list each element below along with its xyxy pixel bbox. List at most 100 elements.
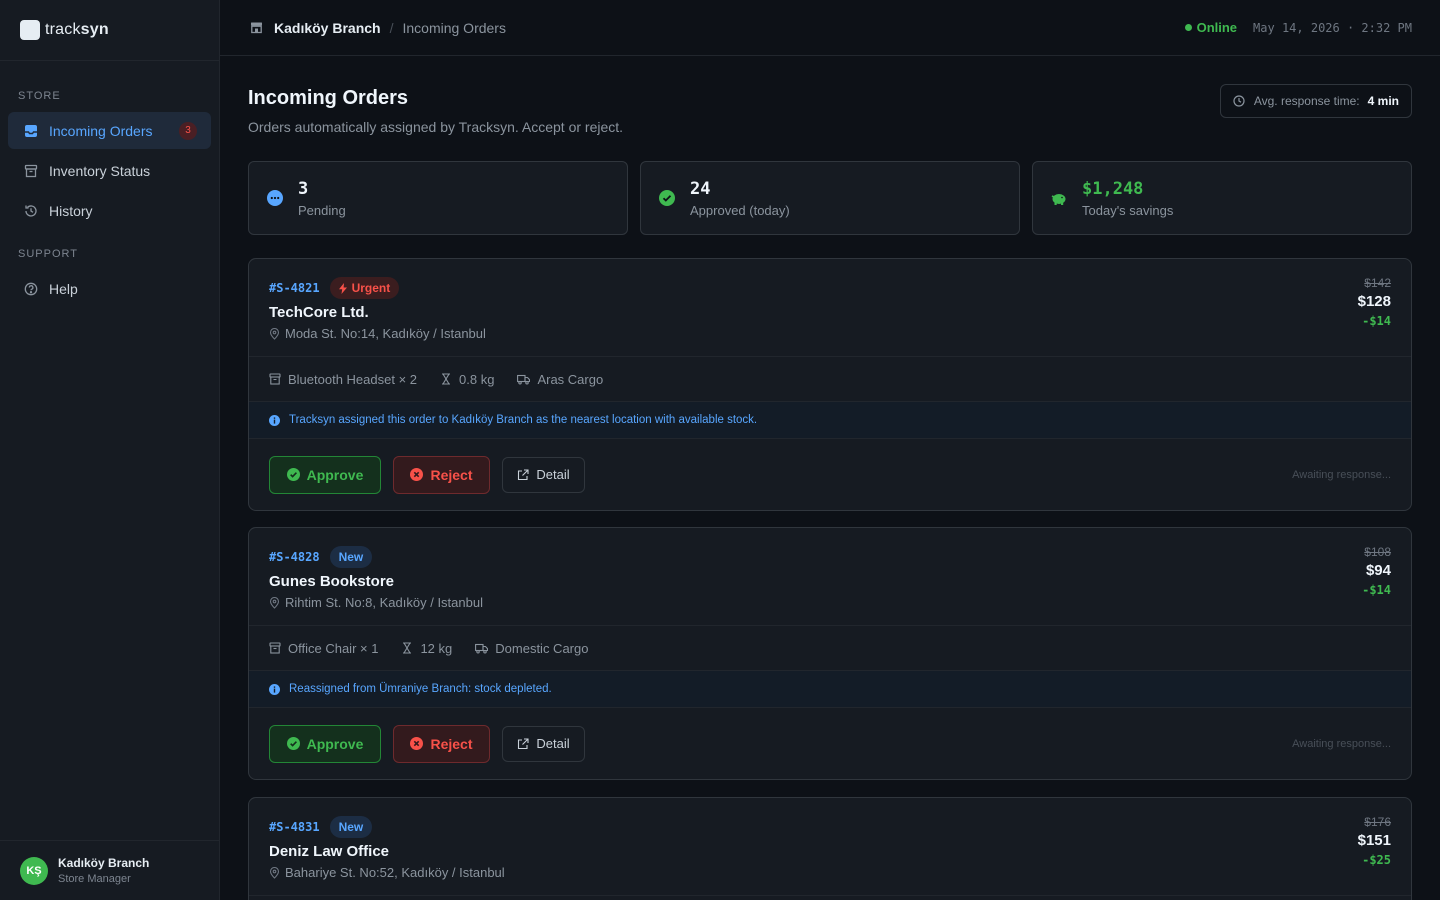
history-icon xyxy=(25,204,37,217)
piggy-bank-icon xyxy=(1051,194,1066,205)
sidebar-item-label: History xyxy=(49,202,93,219)
clock-dots-icon xyxy=(267,190,283,206)
stat-value: 3 xyxy=(298,178,309,199)
online-dot-icon xyxy=(1184,24,1192,31)
avg-response-value: 4 min xyxy=(1367,94,1399,108)
order-id[interactable]: #S-4821 xyxy=(269,281,320,295)
price-saving: -$14 xyxy=(1362,314,1391,328)
customer-name: Deniz Law Office xyxy=(269,843,390,860)
breadcrumb-separator: / xyxy=(389,19,394,36)
discounted-price: $128 xyxy=(1357,293,1391,310)
truck-icon xyxy=(517,374,531,385)
main-content: Incoming Orders Orders automatically ass… xyxy=(248,56,1412,235)
price-saving: -$25 xyxy=(1362,853,1391,867)
order-card-header: #S-4821 Urgent TechCore Ltd. Moda St. No… xyxy=(249,259,1411,357)
customer-address: Bahariye St. No:52, Kadıköy / Istanbul xyxy=(269,865,1391,880)
breadcrumb-current-page: Incoming Orders xyxy=(402,19,506,36)
stat-approved-today: 24 Approved (today) xyxy=(640,161,1020,235)
user-profile[interactable]: KŞ Kadıköy Branch Store Manager xyxy=(0,840,219,900)
order-price: $108 $94 -$14 xyxy=(1362,545,1391,597)
avatar: KŞ xyxy=(20,856,48,885)
topbar: Kadıköy Branch / Incoming Orders Online … xyxy=(220,0,1440,56)
discounted-price: $94 xyxy=(1365,562,1391,579)
stat-value: $1,248 xyxy=(1082,178,1144,199)
urgent-badge: Urgent xyxy=(329,277,400,299)
order-card-header: #S-4828 New Gunes Bookstore Rihtim St. N… xyxy=(249,528,1411,626)
weight-icon xyxy=(403,642,412,654)
nav-section-store: STORE xyxy=(18,90,61,102)
check-circle-icon xyxy=(286,468,300,481)
user-name: Kadıköy Branch xyxy=(58,856,150,870)
stat-label: Pending xyxy=(298,202,346,218)
sidebar-item-history[interactable]: History xyxy=(8,192,211,229)
sidebar-item-inventory-status[interactable]: Inventory Status xyxy=(8,152,211,189)
sidebar-item-incoming-orders[interactable]: Incoming Orders 3 xyxy=(8,112,211,149)
sidebar-item-label: Inventory Status xyxy=(49,162,151,179)
detail-button[interactable]: Detail xyxy=(502,456,585,493)
order-meta: Office Chair × 1 12 kg Domestic Cargo xyxy=(249,626,1411,671)
help-icon xyxy=(24,282,38,295)
detail-button[interactable]: Detail xyxy=(502,725,585,762)
sidebar-item-label: Help xyxy=(49,280,78,297)
breadcrumb-branch[interactable]: Kadıköy Branch xyxy=(274,20,381,36)
awaiting-response-status: Awaiting response... xyxy=(1292,468,1391,481)
price-saving: -$14 xyxy=(1362,583,1391,597)
sidebar-item-help[interactable]: Help xyxy=(8,270,211,307)
avg-response-label: Avg. response time: xyxy=(1253,94,1360,108)
pending-count-badge: 3 xyxy=(179,121,197,140)
lightning-icon xyxy=(338,282,347,294)
original-price: $142 xyxy=(1364,276,1391,290)
box-icon xyxy=(269,642,281,654)
customer-name: TechCore Ltd. xyxy=(269,304,369,321)
order-id[interactable]: #S-4828 xyxy=(269,550,320,564)
brand-logo[interactable]: tracksyn xyxy=(0,0,219,61)
order-card: #S-4831 New Deniz Law Office Bahariye St… xyxy=(248,797,1412,900)
order-id[interactable]: #S-4831 xyxy=(269,820,320,834)
reject-button[interactable]: Reject xyxy=(393,724,490,763)
approve-button[interactable]: Approve xyxy=(269,724,381,763)
order-item: Office Chair × 1 xyxy=(269,641,378,656)
assignment-note: Reassigned from Ümraniye Branch: stock d… xyxy=(249,671,1411,708)
order-weight: 0.8 kg xyxy=(440,372,494,387)
assignment-note: Tracksyn assigned this order to Kadıköy … xyxy=(249,402,1411,439)
x-circle-icon xyxy=(410,468,424,481)
external-link-icon xyxy=(518,737,529,749)
order-card: #S-4821 Urgent TechCore Ltd. Moda St. No… xyxy=(248,258,1412,511)
location-pin-icon xyxy=(269,866,280,879)
page-subtitle: Orders automatically assigned by Tracksy… xyxy=(248,119,624,135)
order-weight: 12 kg xyxy=(401,641,452,656)
order-card: #S-4828 New Gunes Bookstore Rihtim St. N… xyxy=(248,527,1412,780)
customer-address: Moda St. No:14, Kadıköy / Istanbul xyxy=(269,326,1391,341)
discounted-price: $151 xyxy=(1357,832,1391,849)
order-card-header: #S-4831 New Deniz Law Office Bahariye St… xyxy=(249,798,1411,896)
order-item: Bluetooth Headset × 2 xyxy=(269,372,417,387)
brand-name: tracksyn xyxy=(45,21,109,38)
current-datetime: May 14, 2026 · 2:32 PM xyxy=(1253,20,1412,35)
stat-pending: 3 Pending xyxy=(248,161,628,235)
customer-address: Rihtim St. No:8, Kadıköy / Istanbul xyxy=(269,595,1391,610)
box-icon xyxy=(269,373,281,385)
reject-button[interactable]: Reject xyxy=(393,455,490,494)
new-badge: New xyxy=(329,816,373,838)
avg-response-time: Avg. response time: 4 min xyxy=(1219,84,1412,118)
stat-label: Today's savings xyxy=(1082,202,1174,218)
stats-row: 3 Pending 24 Approved (today) $1,248 Tod… xyxy=(248,161,1412,235)
x-circle-icon xyxy=(410,737,424,750)
original-price: $176 xyxy=(1364,815,1391,829)
order-price: $142 $128 -$14 xyxy=(1358,276,1391,328)
truck-icon xyxy=(475,643,489,654)
check-circle-icon xyxy=(286,737,300,750)
sidebar: tracksyn STORE Incoming Orders 3 Invento… xyxy=(0,0,220,900)
order-carrier: Aras Cargo xyxy=(517,372,603,387)
store-icon xyxy=(251,22,262,34)
check-circle-icon xyxy=(659,190,675,206)
clock-icon xyxy=(1233,95,1245,107)
info-icon xyxy=(269,414,280,426)
inbox-icon xyxy=(25,124,37,137)
status-area: Online May 14, 2026 · 2:32 PM xyxy=(1184,20,1412,35)
approve-button[interactable]: Approve xyxy=(269,455,381,494)
original-price: $108 xyxy=(1364,545,1391,559)
external-link-icon xyxy=(518,468,529,480)
box-icon xyxy=(24,164,38,177)
weight-icon xyxy=(442,373,451,385)
